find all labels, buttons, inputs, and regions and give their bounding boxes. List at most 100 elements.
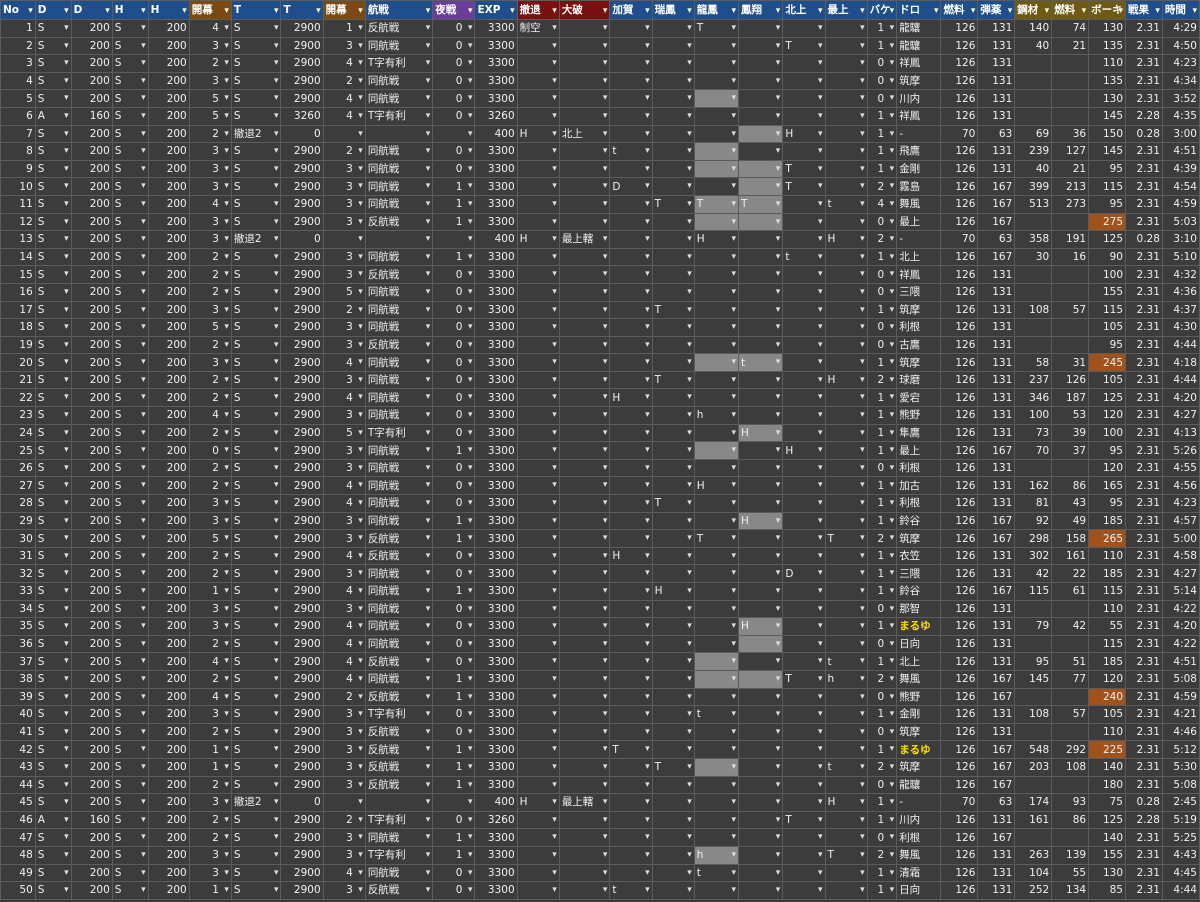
table-cell[interactable] (738, 370, 784, 390)
table-cell[interactable]: 2 (322, 142, 366, 161)
table-cell[interactable]: S (111, 546, 149, 566)
table-cell[interactable]: 1 (188, 881, 232, 900)
table-cell[interactable]: S (230, 89, 282, 108)
table-cell[interactable]: 4 (322, 546, 366, 566)
table-cell[interactable] (609, 318, 653, 337)
table-cell[interactable]: H (693, 476, 740, 496)
table-cell[interactable]: 同航戦 (364, 863, 434, 883)
table-cell[interactable]: H (738, 617, 784, 636)
table-cell[interactable] (651, 705, 695, 724)
table-cell[interactable]: 反航戦 (364, 757, 434, 777)
table-cell[interactable]: S (111, 775, 149, 795)
table-cell[interactable]: 1 (866, 106, 898, 126)
table-cell[interactable] (782, 529, 826, 548)
table-cell[interactable]: S (34, 652, 72, 671)
table-cell[interactable]: 3 (188, 177, 232, 196)
table-cell[interactable] (516, 828, 560, 847)
table-cell[interactable] (609, 511, 653, 531)
table-cell[interactable] (782, 423, 826, 443)
table-cell[interactable] (609, 282, 653, 302)
table-cell[interactable]: 1 (866, 582, 898, 601)
table-cell[interactable]: S (34, 845, 72, 865)
table-cell[interactable] (738, 71, 784, 91)
table-cell[interactable]: S (230, 617, 282, 636)
table-cell[interactable]: S (34, 722, 72, 742)
table-cell[interactable]: T (651, 194, 695, 214)
table-cell[interactable] (651, 810, 695, 830)
table-cell[interactable]: S (34, 36, 72, 56)
table-cell[interactable] (558, 476, 611, 496)
table-cell[interactable] (609, 159, 653, 179)
column-header[interactable]: EXP ▾ (474, 0, 518, 20)
table-cell[interactable]: T (651, 300, 695, 320)
filter-icon[interactable]: ▾ (552, 3, 557, 19)
table-cell[interactable] (558, 722, 611, 742)
table-cell[interactable] (693, 388, 740, 408)
table-cell[interactable]: S (111, 494, 149, 513)
table-cell[interactable]: S (230, 318, 282, 337)
table-cell[interactable] (738, 863, 784, 883)
table-cell[interactable]: 0 (866, 775, 898, 795)
table-cell[interactable]: 3 (322, 318, 366, 337)
table-cell[interactable]: S (230, 669, 282, 689)
table-cell[interactable]: 1 (322, 19, 366, 38)
table-cell[interactable] (651, 212, 695, 232)
table-cell[interactable]: 1 (866, 652, 898, 671)
table-cell[interactable] (651, 863, 695, 883)
table-cell[interactable]: 1 (866, 863, 898, 883)
table-cell[interactable]: 1 (866, 36, 898, 56)
table-cell[interactable] (693, 722, 740, 742)
table-cell[interactable] (609, 19, 653, 38)
table-cell[interactable] (738, 652, 784, 671)
table-cell[interactable] (609, 564, 653, 583)
table-cell[interactable] (651, 71, 695, 91)
table-cell[interactable]: 1 (866, 810, 898, 830)
table-cell[interactable]: 3 (188, 599, 232, 619)
table-cell[interactable]: 反航戦 (364, 652, 434, 671)
table-cell[interactable]: T (738, 194, 784, 214)
table-cell[interactable] (558, 810, 611, 830)
table-cell[interactable] (738, 54, 784, 73)
column-header[interactable]: 燃料 ▾ (940, 0, 979, 20)
table-cell[interactable]: 1 (432, 212, 476, 232)
table-cell[interactable]: 3 (322, 599, 366, 619)
column-header[interactable]: 戦果 ▾ (1125, 0, 1163, 20)
table-cell[interactable] (782, 71, 826, 91)
table-cell[interactable] (824, 159, 868, 179)
table-cell[interactable]: 1 (432, 529, 476, 548)
table-cell[interactable] (693, 370, 740, 390)
table-cell[interactable] (516, 458, 560, 478)
table-cell[interactable] (738, 406, 784, 425)
table-cell[interactable] (516, 388, 560, 408)
table-cell[interactable]: S (34, 476, 72, 496)
table-cell[interactable] (782, 106, 826, 126)
table-cell[interactable]: S (230, 529, 282, 548)
table-cell[interactable] (651, 159, 695, 179)
table-cell[interactable]: S (230, 406, 282, 425)
table-cell[interactable]: 同航戦 (364, 36, 434, 56)
table-cell[interactable]: 1 (432, 194, 476, 214)
table-cell[interactable] (516, 775, 560, 795)
table-cell[interactable] (651, 740, 695, 759)
table-cell[interactable] (782, 705, 826, 724)
table-cell[interactable] (609, 335, 653, 355)
table-cell[interactable] (782, 617, 826, 636)
column-header[interactable]: 最上 ▾ (824, 0, 868, 20)
table-cell[interactable]: 2 (866, 845, 898, 865)
table-cell[interactable] (516, 212, 560, 232)
table-cell[interactable] (558, 828, 611, 847)
filter-icon[interactable]: ▾ (1192, 3, 1197, 19)
table-cell[interactable]: 同航戦 (364, 159, 434, 179)
table-cell[interactable] (693, 353, 740, 372)
table-cell[interactable] (824, 335, 868, 355)
filter-icon[interactable]: ▾ (316, 3, 321, 19)
table-cell[interactable]: 3 (322, 740, 366, 759)
table-cell[interactable] (738, 388, 784, 408)
table-cell[interactable] (782, 406, 826, 425)
table-cell[interactable]: 同航戦 (364, 669, 434, 689)
table-cell[interactable]: H (516, 230, 560, 249)
table-cell[interactable]: 1 (866, 159, 898, 179)
table-cell[interactable]: 3 (188, 71, 232, 91)
table-cell[interactable] (516, 881, 560, 900)
table-cell[interactable] (651, 177, 695, 196)
